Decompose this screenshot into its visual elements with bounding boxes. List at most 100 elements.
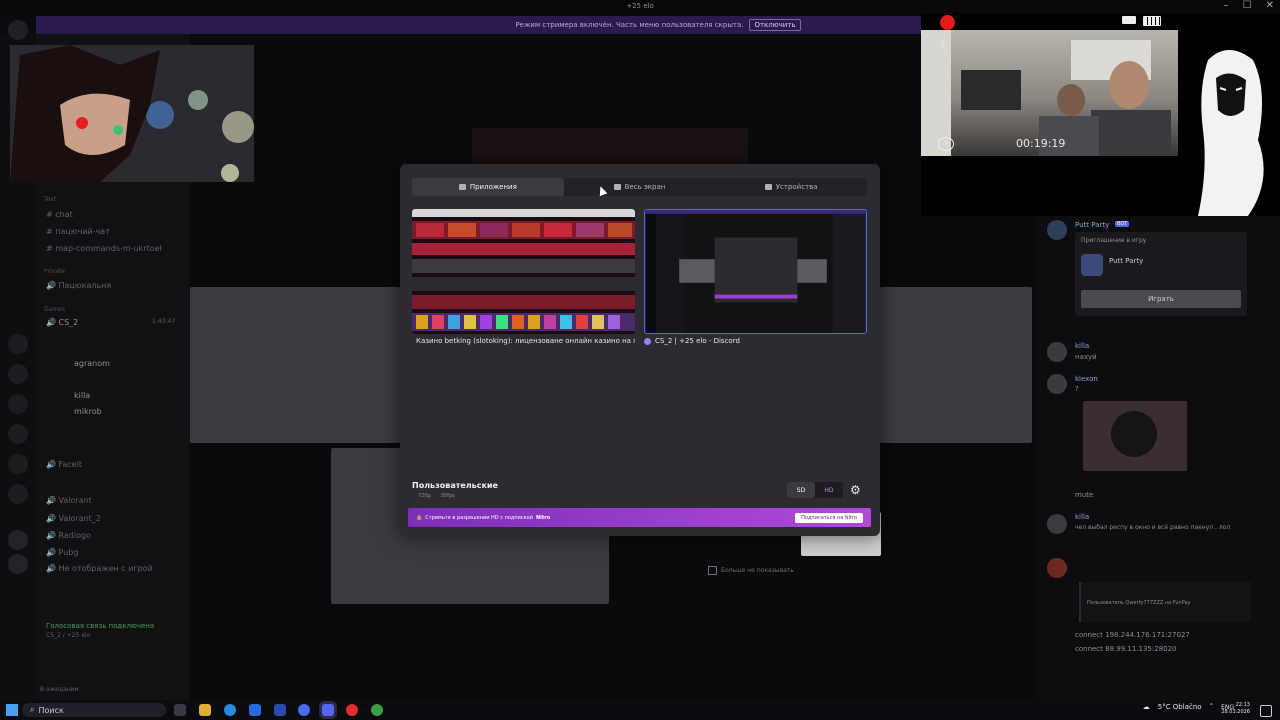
taskbar-clock[interactable]: 22:13 28.03.2026: [1221, 702, 1250, 716]
embed-title[interactable]: Пользователь Qwerty777ZZZ на FunPay: [1087, 600, 1191, 606]
nitro-upsell-bar: 🔒 Стримьте в разрешении HD с подпиской N…: [408, 508, 871, 527]
stream-overlay-art: [10, 45, 254, 182]
windows-start-icon[interactable]: [6, 704, 18, 716]
tab-applications[interactable]: Приложения: [412, 178, 564, 196]
voice-channel-cs2[interactable]: 🔊 CS_2: [46, 318, 78, 327]
server-icon[interactable]: [8, 454, 28, 474]
source-tabs: Приложения Весь экран Устройства: [412, 178, 867, 196]
invite-label: Приглашение в игру: [1081, 237, 1147, 244]
disable-streamer-button[interactable]: Отключить: [749, 19, 801, 31]
channel-map-commands[interactable]: # map-commands-m-ukrtoel: [46, 244, 162, 253]
explore-icon[interactable]: [8, 554, 28, 574]
maximize-icon[interactable]: ☐: [1243, 0, 1252, 11]
channel-radiogo[interactable]: 🔊 Radiogo: [46, 531, 91, 540]
file-explorer-icon[interactable]: [199, 704, 211, 716]
edge-icon[interactable]: [224, 704, 236, 716]
avatar[interactable]: [1047, 220, 1067, 240]
voice-user[interactable]: agranom: [74, 359, 110, 368]
message-author[interactable]: killa: [1075, 513, 1089, 521]
discord-icon[interactable]: [322, 704, 334, 716]
tab-devices[interactable]: Устройства: [715, 178, 867, 196]
channel-label: пацючий-чат: [55, 227, 110, 236]
putt-party-icon: [1081, 254, 1103, 276]
quality-preset-details: 720p 30fps: [418, 493, 455, 499]
source-thumbnail-discord[interactable]: [644, 209, 867, 334]
monitor-icon: [613, 184, 621, 190]
store-icon[interactable]: [274, 704, 286, 716]
channel-valorant[interactable]: 🔊 Valorant: [46, 496, 92, 505]
sd-option[interactable]: SD: [787, 482, 815, 498]
channel-label: map-commands-m-ukrtoel: [55, 244, 162, 253]
quality-toggle: SD HD: [787, 482, 843, 498]
source-label-discord: CS_2 | +25 elo - Discord: [644, 337, 867, 345]
server-icon[interactable]: [8, 484, 28, 504]
user-status: В ожидании: [40, 686, 79, 693]
night-mode-icon: ☾: [940, 40, 949, 51]
source-label: CS_2 | +25 elo - Discord: [655, 337, 740, 345]
mail-icon[interactable]: [249, 704, 261, 716]
task-view-icon[interactable]: [174, 704, 186, 716]
channel-pats-chat[interactable]: # пацючий-чат: [46, 227, 110, 236]
voice-user[interactable]: killa: [74, 391, 90, 400]
dont-show-again[interactable]: Больше не показывать: [708, 566, 794, 575]
channel-label: Valorant: [58, 496, 92, 505]
obs-icon[interactable]: [346, 704, 358, 716]
add-server-icon[interactable]: [8, 530, 28, 550]
fps-value: 30fps: [440, 493, 455, 499]
avatar[interactable]: [1047, 558, 1067, 578]
play-button[interactable]: Играть: [1081, 290, 1241, 308]
channel-pubg[interactable]: 🔊 Pubg: [46, 548, 78, 557]
notification-icon[interactable]: [1260, 705, 1272, 717]
copilot-icon[interactable]: [298, 704, 310, 716]
channel-private[interactable]: 🔊 Пацюкальня: [46, 281, 111, 290]
channel-no-game[interactable]: 🔊 Не отображен с игрой: [46, 564, 153, 573]
tab-label: Устройства: [775, 183, 818, 191]
casino-preview: [412, 209, 635, 334]
discord-preview: [645, 210, 866, 333]
category-label: Games: [44, 306, 65, 313]
message-author[interactable]: klexon: [1075, 375, 1098, 383]
source-label-casino: Казино betking (slotoking): лицензоване …: [412, 337, 635, 345]
server-icon[interactable]: [8, 394, 28, 414]
discord-home-icon[interactable]: [8, 20, 28, 40]
server-icon[interactable]: [8, 424, 28, 444]
search-icon: ⌕: [30, 705, 35, 714]
weather-text[interactable]: 5°C Oblačno: [1158, 703, 1202, 711]
stream-tile[interactable]: [880, 287, 1032, 443]
channel-label: Pubg: [58, 548, 79, 557]
server-icon[interactable]: [8, 364, 28, 384]
chrome-icon[interactable]: [371, 704, 383, 716]
gear-icon[interactable]: ⚙: [850, 483, 861, 497]
chevron-up-icon[interactable]: ˄: [1210, 703, 1214, 711]
dont-show-checkbox[interactable]: [708, 566, 717, 575]
message-author[interactable]: killa: [1075, 342, 1089, 350]
attached-image[interactable]: [1083, 401, 1187, 471]
channel-valorant-2[interactable]: 🔊 Valorant_2: [46, 514, 101, 523]
avatar[interactable]: [1047, 342, 1067, 362]
channel-faceit[interactable]: 🔊 Faceit: [46, 460, 82, 469]
message-author[interactable]: Putt Party: [1075, 221, 1109, 229]
stream-tile[interactable]: [190, 287, 400, 443]
hd-option[interactable]: HD: [815, 482, 843, 498]
stream-tile[interactable]: [472, 128, 748, 164]
flash-icon: ⚡: [938, 137, 954, 151]
tab-entire-screen[interactable]: Весь экран: [564, 178, 716, 196]
avatar[interactable]: [1047, 374, 1067, 394]
minimize-icon[interactable]: –: [1224, 0, 1229, 11]
anime-girl-art: [1198, 50, 1264, 216]
taskbar-search[interactable]: ⌕ Поиск: [22, 703, 166, 717]
system-tray: ☁ 5°C Oblačno ˄ ENG: [1143, 703, 1234, 711]
subscribe-nitro-button[interactable]: Подписаться на Nitro: [795, 512, 863, 523]
message-text: connect 88.99.11.135:28020: [1075, 645, 1177, 653]
voice-user[interactable]: mikrob: [74, 407, 102, 416]
invite-game: Putt Party: [1109, 257, 1144, 265]
server-icon[interactable]: [8, 334, 28, 354]
window-controls: – ☐ ✕: [1224, 0, 1274, 11]
source-thumbnail-casino[interactable]: [412, 209, 635, 334]
channel-chat[interactable]: # chat: [46, 210, 73, 219]
avatar[interactable]: [1047, 514, 1067, 534]
close-icon[interactable]: ✕: [1266, 0, 1274, 11]
stream-overlay-art: [1178, 30, 1280, 216]
windows-taskbar: ⌕ Поиск ☁ 5°C Oblačno ˄ ENG 22:13 28.03.…: [0, 700, 1280, 720]
voice-status: Голосовая связь подключена: [46, 622, 155, 630]
